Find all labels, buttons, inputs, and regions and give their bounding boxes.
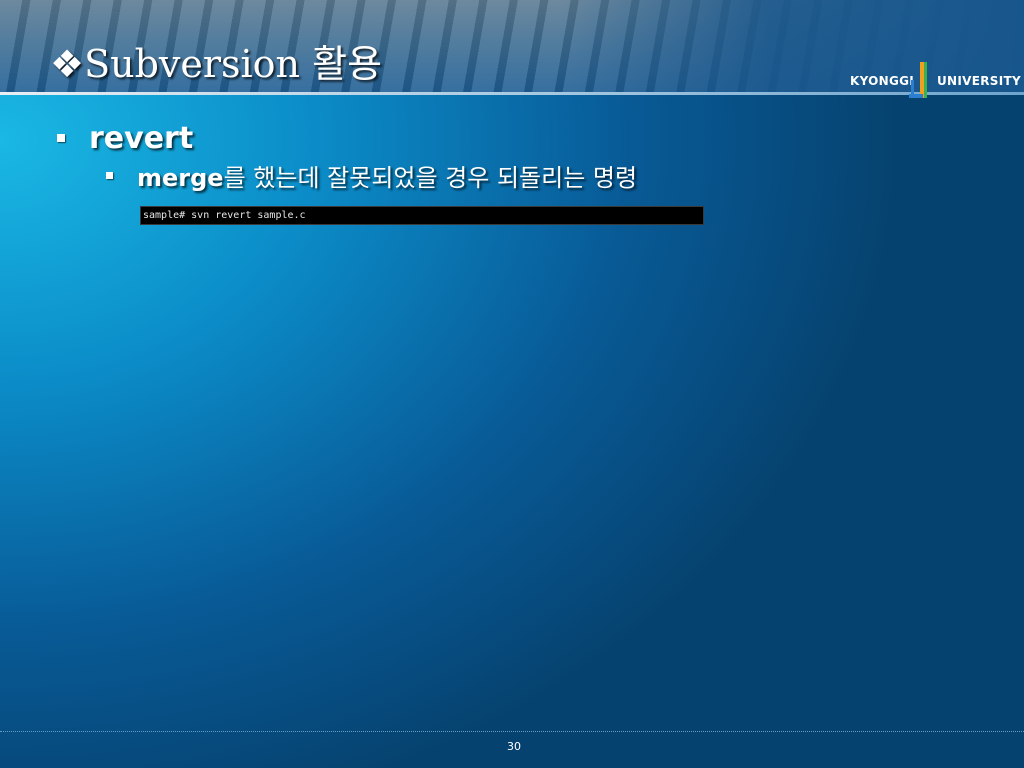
slide-title: ❖Subversion 활용 <box>50 42 383 86</box>
bullet-merge-description: merge를 했는데 잘못되었을 경우 되돌리는 명령 <box>106 158 637 192</box>
square-bullet-icon <box>106 171 113 179</box>
merge-keyword: merge <box>137 163 224 192</box>
logo-text-university: UNIVERSITY <box>937 74 1021 88</box>
footer-divider <box>0 731 1024 732</box>
bullet-revert: revert <box>57 120 193 156</box>
bullet-merge-text: merge를 했는데 잘못되었을 경우 되돌리는 명령 <box>137 158 637 193</box>
square-bullet-icon <box>57 134 65 142</box>
university-logo: KYONGGI UNIVERSITY <box>850 60 1021 100</box>
page-number: 30 <box>507 740 521 753</box>
logo-mark-icon <box>909 62 927 98</box>
merge-description: 를 했는데 잘못되었을 경우 되돌리는 명령 <box>223 163 638 192</box>
terminal-command: sample# svn revert sample.c <box>143 210 306 221</box>
terminal-screenshot: sample# svn revert sample.c <box>140 206 704 225</box>
bullet-revert-text: revert <box>89 120 194 156</box>
